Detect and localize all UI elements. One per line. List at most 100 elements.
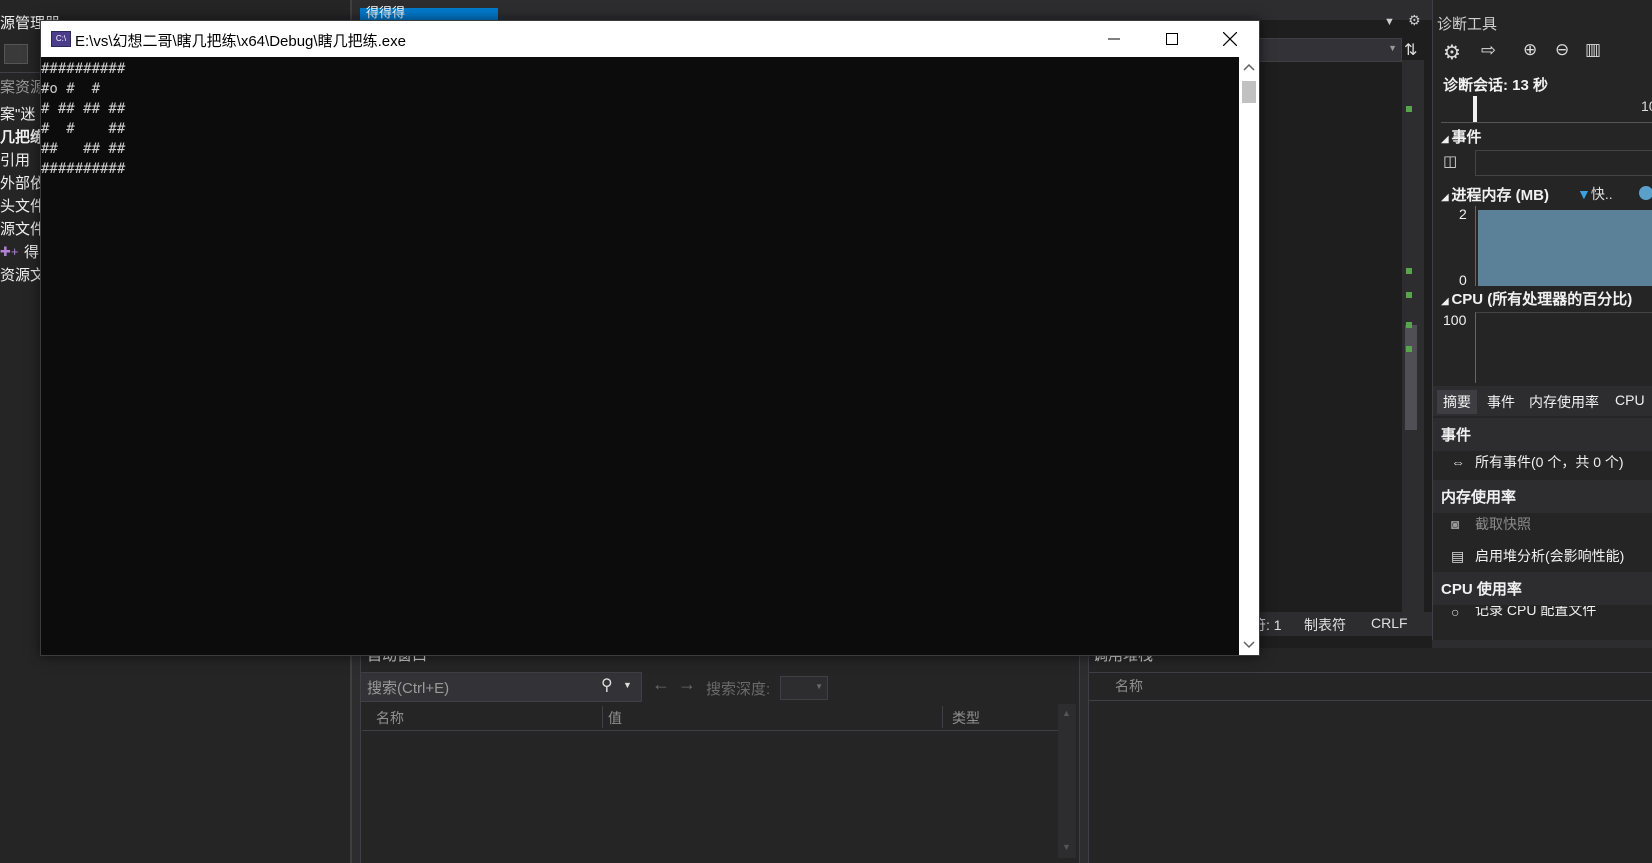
scroll-up-icon[interactable]	[1243, 63, 1255, 71]
column-value[interactable]: 值	[608, 708, 622, 728]
tree-item-search[interactable]: 案资源	[0, 76, 45, 97]
console-title-bar[interactable]: C:\ E:\vs\幻想二哥\瞎几把练\x64\Debug\瞎几把练.exe	[41, 21, 1259, 57]
events-track[interactable]	[1475, 150, 1652, 176]
console-output-area[interactable]: ########## #o # # # ## ## ## # # ## ## #…	[41, 57, 1239, 655]
scroll-down-icon[interactable]: ▼	[1062, 842, 1071, 852]
cpu-profile-row: ○ 记录 CPU 配置文件	[1433, 606, 1652, 640]
console-scrollbar-thumb[interactable]	[1242, 81, 1256, 103]
memory-graph	[1475, 206, 1652, 286]
divider	[1089, 700, 1652, 701]
zoom-in-icon[interactable]: ⊕	[1523, 40, 1537, 60]
column-type[interactable]: 类型	[952, 708, 980, 728]
summary-cpu-header: CPU 使用率	[1433, 572, 1652, 605]
editor-status-row: 符: 1 制表符 CRLF	[1252, 612, 1432, 636]
cpu-header-label: CPU (所有处理器的百分比)	[1451, 291, 1633, 308]
divider	[1089, 672, 1652, 673]
cpu-section-header[interactable]: ◢ CPU (所有处理器的百分比)	[1441, 288, 1632, 309]
close-button[interactable]	[1201, 21, 1259, 57]
heap-icon: ▤	[1451, 548, 1465, 564]
tree-item-project[interactable]: 几把练	[0, 126, 45, 147]
scroll-up-icon[interactable]: ▲	[1062, 708, 1071, 718]
change-marker	[1406, 346, 1412, 352]
autos-scrollbar[interactable]: ▲ ▼	[1058, 704, 1076, 858]
tab-cpu[interactable]: CPU	[1615, 392, 1645, 408]
cpp-file-icon: ✚+	[0, 244, 19, 259]
timeline-ruler[interactable]: 10	[1441, 96, 1652, 123]
dropdown-icon[interactable]: ▼	[1384, 16, 1395, 28]
call-stack-window: 调用堆栈 名称	[1088, 647, 1652, 863]
scroll-down-icon[interactable]	[1243, 641, 1255, 649]
tab-memory[interactable]: 内存使用率	[1529, 392, 1599, 412]
take-snapshot-button[interactable]: 截取快照	[1475, 514, 1531, 534]
minimize-icon	[1108, 38, 1120, 40]
column-divider[interactable]	[602, 706, 603, 728]
tree-item-references[interactable]: 引用	[0, 149, 30, 170]
search-depth-select[interactable]: ▼	[780, 676, 828, 700]
forward-arrow-icon[interactable]: →	[678, 674, 696, 695]
timeline-cursor[interactable]	[1473, 96, 1477, 122]
all-events-link[interactable]: 所有事件(0 个，共 0 个)	[1475, 452, 1624, 472]
back-arrow-icon[interactable]: ←	[652, 674, 670, 695]
tree-item-external[interactable]: 外部依	[0, 172, 45, 193]
tree-item-file[interactable]: 得	[24, 241, 39, 262]
maximize-button[interactable]	[1143, 21, 1201, 57]
memory-axis-min: 0	[1459, 272, 1467, 288]
autos-column-headers: 名称 值 类型	[362, 704, 1058, 731]
tab-summary[interactable]: 摘要	[1437, 390, 1477, 414]
tree-item-sources[interactable]: 源文件	[0, 218, 45, 239]
memory-section-header[interactable]: ◢ 进程内存 (MB)	[1441, 184, 1549, 205]
memory-legend-label: 快..	[1590, 186, 1613, 202]
minimize-button[interactable]	[1085, 21, 1143, 57]
tab-events[interactable]: 事件	[1487, 392, 1515, 412]
tree-item-solution[interactable]: 案"迷	[0, 103, 35, 124]
console-window[interactable]: C:\ E:\vs\幻想二哥\瞎几把练\x64\Debug\瞎几把练.exe #…	[40, 20, 1260, 656]
settings-icon[interactable]: ⚙	[1408, 12, 1421, 29]
enable-heap-profiling-button[interactable]: 启用堆分析(会影响性能)	[1475, 546, 1624, 566]
zoom-out-icon[interactable]: ⊖	[1555, 40, 1569, 60]
memory-header-label: 进程内存 (MB)	[1451, 187, 1549, 204]
tree-item-resources[interactable]: 资源文	[0, 264, 45, 285]
cpu-axis-max: 100	[1443, 312, 1467, 328]
export-icon[interactable]: ⇨	[1481, 40, 1496, 61]
chart-icon[interactable]: ▥	[1585, 40, 1601, 60]
column-name[interactable]: 名称	[376, 708, 404, 728]
member-dropdown[interactable]: ▼	[1258, 38, 1402, 62]
split-editor-icon[interactable]: ⇅	[1404, 40, 1417, 60]
memory-legend: ▼快..	[1577, 184, 1613, 204]
summary-events-header: 事件	[1433, 418, 1652, 451]
tab-mode[interactable]: 制表符	[1304, 615, 1346, 635]
search-depth-label: 搜索深度:	[706, 681, 771, 698]
search-icon[interactable]: ⚲	[601, 675, 613, 695]
session-duration: 诊断会话: 13 秒	[1443, 77, 1549, 94]
autos-search-input[interactable]: 搜索(Ctrl+E) ⚲ ▼	[360, 672, 642, 702]
record-icon: ○	[1451, 606, 1460, 620]
events-section-header[interactable]: ◢ 事件	[1441, 126, 1481, 147]
line-ending[interactable]: CRLF	[1371, 615, 1408, 631]
column-name[interactable]: 名称	[1115, 676, 1143, 696]
collapse-icon: ◢	[1441, 296, 1452, 307]
pause-icon[interactable]: ◫	[1443, 152, 1457, 170]
change-marker	[1406, 322, 1412, 328]
memory-axis-max: 2	[1459, 206, 1467, 222]
diagnostics-panel: 诊断工具 ⚙ ⇨ ⊕ ⊖ ▥ 诊断会话: 13 秒 10 ◢ 事件 ◫ ◢ 进程…	[1432, 0, 1652, 640]
editor-tab-label: 得得得	[366, 5, 406, 20]
search-placeholder: 搜索(Ctrl+E)	[367, 680, 450, 697]
summary-memory-header: 内存使用率	[1433, 480, 1652, 513]
solution-icon[interactable]	[4, 44, 28, 64]
editor-scrollbar-thumb[interactable]	[1405, 325, 1417, 430]
snapshot-triangle-icon: ▼	[1577, 186, 1591, 202]
column-divider[interactable]	[942, 706, 943, 728]
diagnostics-tabs: 摘要 事件 内存使用率 CPU	[1433, 386, 1652, 416]
cpu-graph	[1475, 312, 1652, 383]
console-scrollbar[interactable]	[1239, 57, 1259, 655]
events-header-label: 事件	[1451, 129, 1482, 146]
record-cpu-profile-button[interactable]: 记录 CPU 配置文件	[1475, 606, 1596, 620]
gear-icon[interactable]: ⚙	[1443, 40, 1461, 65]
console-app-icon: C:\	[51, 31, 71, 47]
close-icon	[1223, 32, 1237, 46]
editor-tab-active[interactable]: 得得得	[360, 5, 498, 20]
console-title: E:\vs\幻想二哥\瞎几把练\x64\Debug\瞎几把练.exe	[75, 33, 406, 50]
chevron-down-icon[interactable]: ▼	[623, 680, 632, 690]
memory-fill	[1478, 210, 1652, 286]
tree-item-headers[interactable]: 头文件	[0, 195, 45, 216]
